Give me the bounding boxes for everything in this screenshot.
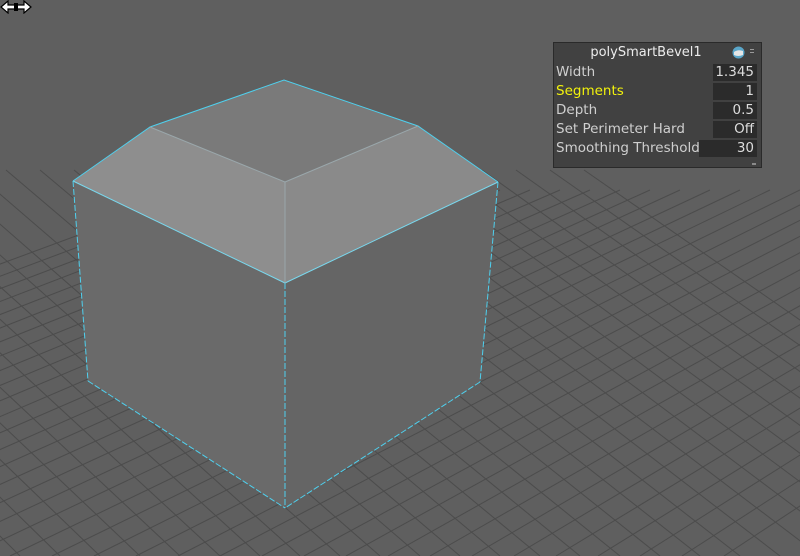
- hud-row-segments[interactable]: Segments 1: [554, 82, 761, 101]
- hud-row-width[interactable]: Width 1.345: [554, 63, 761, 82]
- set-perimeter-hard-field[interactable]: Off: [713, 121, 757, 138]
- hud-row-set-perimeter-hard[interactable]: Set Perimeter Hard Off: [554, 120, 761, 139]
- grid-line: [723, 505, 800, 556]
- horizontal-resize-cursor-icon: [0, 0, 32, 14]
- smoothing-threshold-label: Smoothing Threshold: [556, 140, 700, 156]
- globe-icon[interactable]: [732, 46, 745, 59]
- grid-line: [515, 169, 800, 373]
- hud-header: polySmartBevel1: [554, 43, 761, 63]
- smoothing-threshold-field[interactable]: 30: [699, 140, 757, 157]
- width-field[interactable]: 1.345: [713, 64, 757, 81]
- resize-grip-icon[interactable]: [752, 163, 756, 165]
- set-perimeter-hard-label: Set Perimeter Hard: [556, 121, 685, 137]
- hud-row-depth[interactable]: Depth 0.5: [554, 101, 761, 120]
- 3d-viewport[interactable]: polySmartBevel1 Width 1.345 Segments 1 D…: [0, 0, 800, 556]
- segments-label[interactable]: Segments: [556, 82, 624, 101]
- width-label: Width: [556, 64, 596, 80]
- depth-field[interactable]: 0.5: [713, 102, 757, 119]
- attribute-hud-panel[interactable]: polySmartBevel1 Width 1.345 Segments 1 D…: [553, 42, 762, 168]
- segments-field[interactable]: 1: [713, 83, 757, 100]
- depth-label: Depth: [556, 102, 598, 118]
- hud-row-smoothing-threshold[interactable]: Smoothing Threshold 30: [554, 139, 761, 158]
- grid-line: [597, 430, 800, 556]
- menu-dots-icon[interactable]: [749, 46, 755, 58]
- hud-title: polySmartBevel1: [590, 45, 702, 60]
